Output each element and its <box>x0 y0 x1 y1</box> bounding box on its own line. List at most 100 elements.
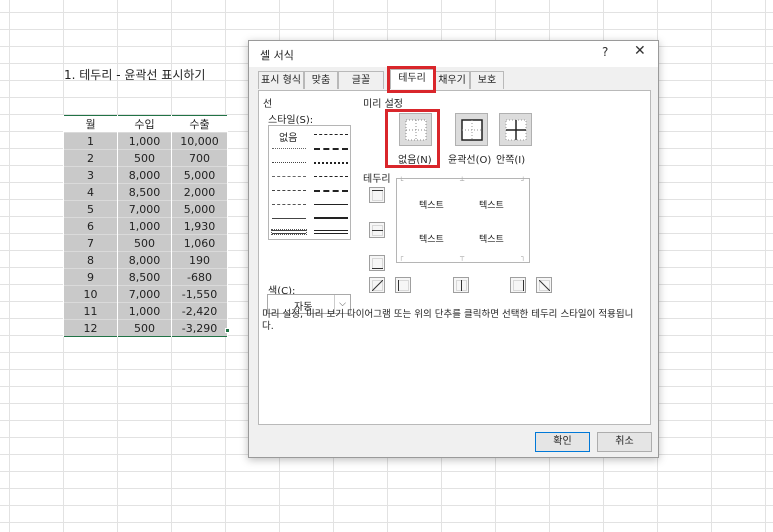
format-cells-dialog: 셀 서식 ? ✕ 표시 형식 맞춤 글꼴 테두리 채우기 보호 선 스타일(S)… <box>248 40 659 458</box>
table-row[interactable]: 12 500 -3,290 <box>63 319 228 337</box>
table-cell[interactable]: 1 <box>63 132 118 150</box>
table-cell[interactable]: 4 <box>63 183 118 201</box>
data-table[interactable]: 월 수입 수출 1 1,000 10,000 2 500 700 3 8,000 5,000 4 8… <box>63 115 228 337</box>
column-header-income[interactable]: 수입 <box>117 115 172 133</box>
border-top-button[interactable] <box>369 187 385 203</box>
line-style-dash-dot[interactable] <box>272 190 306 191</box>
table-cell[interactable]: 5 <box>63 200 118 218</box>
dialog-titlebar[interactable]: 셀 서식 ? ✕ <box>249 41 658 67</box>
tab-border[interactable]: 테두리 <box>390 69 434 89</box>
table-cell[interactable]: 7,000 <box>117 200 172 218</box>
line-style-medium-dash-dot-dot[interactable] <box>314 134 348 135</box>
table-cell[interactable]: -680 <box>171 268 228 286</box>
border-right-button[interactable] <box>510 277 526 293</box>
table-cell[interactable]: 1,000 <box>117 217 172 235</box>
table-cell[interactable]: 2 <box>63 149 118 167</box>
preset-outline-button[interactable] <box>455 113 488 146</box>
tab-fill[interactable]: 채우기 <box>434 71 470 89</box>
table-cell[interactable]: 9 <box>63 268 118 286</box>
line-style-hair[interactable] <box>272 148 306 149</box>
table-cell[interactable]: 5,000 <box>171 200 228 218</box>
cancel-button[interactable]: 취소 <box>597 432 652 452</box>
table-cell[interactable]: 500 <box>117 234 172 252</box>
close-button[interactable]: ✕ <box>634 43 646 59</box>
line-section-title: 선 <box>263 99 273 110</box>
table-row[interactable]: 11 1,000 -2,420 <box>63 302 228 320</box>
table-cell[interactable]: 8,500 <box>117 268 172 286</box>
table-cell[interactable]: 11 <box>63 302 118 320</box>
tab-alignment[interactable]: 맞춤 <box>304 71 338 89</box>
table-row[interactable]: 7 500 1,060 <box>63 234 228 252</box>
table-row[interactable]: 5 7,000 5,000 <box>63 200 228 218</box>
line-style-medium-dashed[interactable] <box>314 176 348 177</box>
table-cell[interactable]: 6 <box>63 217 118 235</box>
table-cell[interactable]: 700 <box>171 149 228 167</box>
line-style-medium[interactable] <box>314 204 348 205</box>
border-diagonal-up-button[interactable] <box>369 277 385 293</box>
preview-corner-mark: ┐ <box>521 253 526 261</box>
table-cell[interactable]: 7 <box>63 234 118 252</box>
tab-font[interactable]: 글꼴 <box>338 71 384 89</box>
table-row[interactable]: 6 1,000 1,930 <box>63 217 228 235</box>
table-cell[interactable]: -3,290 <box>171 319 228 337</box>
line-style-none[interactable]: 없음 <box>279 129 297 144</box>
table-row[interactable]: 9 8,500 -680 <box>63 268 228 286</box>
border-left-button[interactable] <box>395 277 411 293</box>
table-row[interactable]: 2 500 700 <box>63 149 228 167</box>
help-button[interactable]: ? <box>602 45 608 59</box>
line-style-double[interactable] <box>314 230 348 234</box>
border-bottom-button[interactable] <box>369 255 385 271</box>
table-cell[interactable]: 500 <box>117 149 172 167</box>
line-style-thin[interactable] <box>272 218 306 219</box>
line-style-list[interactable]: 없음 <box>268 125 351 240</box>
line-style-dashed[interactable] <box>272 204 306 205</box>
border-diagonal-down-button[interactable] <box>536 277 552 293</box>
line-style-medium-dash-dot[interactable] <box>314 162 348 164</box>
table-row[interactable]: 4 8,500 2,000 <box>63 183 228 201</box>
table-cell[interactable]: 2,000 <box>171 183 228 201</box>
line-style-dash-dot-dot[interactable] <box>272 176 306 177</box>
line-style-dotted[interactable] <box>272 162 306 163</box>
tab-number[interactable]: 표시 형식 <box>258 71 304 89</box>
table-cell[interactable]: 8,500 <box>117 183 172 201</box>
table-cell[interactable]: 5,000 <box>171 166 228 184</box>
table-row[interactable]: 1 1,000 10,000 <box>63 132 228 150</box>
column-header-export[interactable]: 수출 <box>171 115 228 133</box>
table-cell[interactable]: 8,000 <box>117 251 172 269</box>
table-cell[interactable]: 8,000 <box>117 166 172 184</box>
table-cell[interactable]: 7,000 <box>117 285 172 303</box>
border-preview[interactable]: └ ┴ ┘ ┌ ┬ ┐ 텍스트 텍스트 텍스트 텍스트 <box>396 177 530 263</box>
ok-button[interactable]: 확인 <box>535 432 590 452</box>
line-style-thin-selected[interactable] <box>271 229 307 235</box>
preview-text-2: 텍스트 <box>479 201 504 211</box>
border-inside-vertical-icon <box>456 280 467 291</box>
border-inside-icon <box>505 119 527 141</box>
table-cell[interactable]: 190 <box>171 251 228 269</box>
preview-center-mark: ┬ <box>460 253 465 261</box>
line-style-slanted-dash-dot[interactable] <box>314 148 348 150</box>
table-cell[interactable]: 500 <box>117 319 172 337</box>
column-header-month[interactable]: 월 <box>63 115 118 133</box>
table-cell[interactable]: -2,420 <box>171 302 228 320</box>
table-cell[interactable]: 10 <box>63 285 118 303</box>
border-inside-horizontal-button[interactable] <box>369 222 385 238</box>
table-cell[interactable]: 12 <box>63 319 118 337</box>
line-style-thick[interactable] <box>314 217 348 219</box>
table-cell[interactable]: 1,930 <box>171 217 228 235</box>
tab-protection[interactable]: 보호 <box>470 71 504 89</box>
border-inside-vertical-button[interactable] <box>453 277 469 293</box>
table-cell[interactable]: 1,000 <box>117 302 172 320</box>
preset-inside-button[interactable] <box>499 113 532 146</box>
table-cell[interactable]: 1,000 <box>117 132 172 150</box>
table-cell[interactable]: -1,550 <box>171 285 228 303</box>
preset-none-button[interactable] <box>399 113 432 146</box>
table-cell[interactable]: 10,000 <box>171 132 228 150</box>
table-cell[interactable]: 1,060 <box>171 234 228 252</box>
table-row[interactable]: 3 8,000 5,000 <box>63 166 228 184</box>
table-row[interactable]: 10 7,000 -1,550 <box>63 285 228 303</box>
line-style-medium-dashed-2[interactable] <box>314 190 348 192</box>
table-cell[interactable]: 8 <box>63 251 118 269</box>
table-row[interactable]: 8 8,000 190 <box>63 251 228 269</box>
table-cell[interactable]: 3 <box>63 166 118 184</box>
selection-fill-handle[interactable] <box>225 328 230 333</box>
